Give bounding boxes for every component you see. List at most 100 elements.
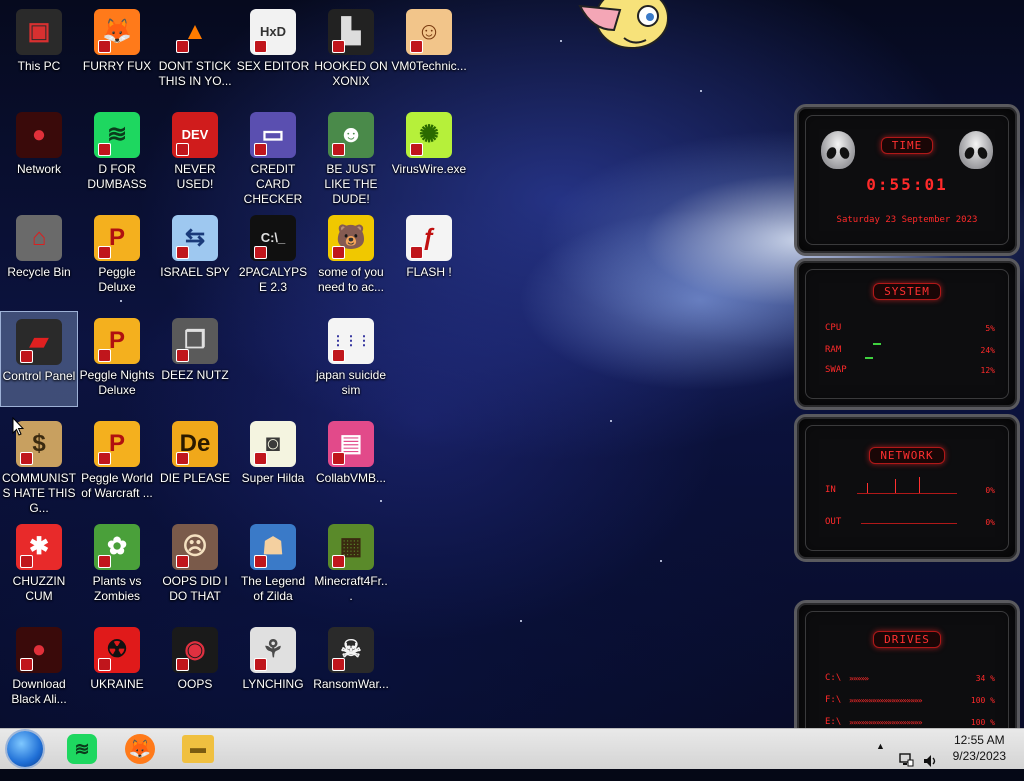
widget-clock: 0:55:01 <box>866 175 948 194</box>
start-button[interactable] <box>7 731 43 767</box>
desktop-icon[interactable]: ≋ D FOR DUMBASS <box>78 105 156 201</box>
desktop-icon-label: Minecraft4Fr... <box>314 574 388 603</box>
network-in-spike <box>895 479 896 493</box>
desktop-icon[interactable]: ▣ This PC <box>0 2 78 98</box>
volume-tray-icon[interactable] <box>922 741 938 781</box>
desktop-icon[interactable]: ◉ OOPS <box>156 620 234 716</box>
taskbar-pinned-spotify[interactable]: ≋ <box>60 731 104 767</box>
alien-head-icon <box>821 131 855 169</box>
shortcut-badge-icon <box>332 143 345 156</box>
desktop-icon-image: DEV <box>172 112 218 158</box>
shortcut-badge-icon <box>254 555 267 568</box>
desktop-icon[interactable]: ⇆ ISRAEL SPY <box>156 208 234 304</box>
desktop-icon[interactable]: ▦ Minecraft4Fr... <box>312 517 390 613</box>
desktop-icon-label: OOPS <box>177 677 213 691</box>
shortcut-badge-icon <box>98 658 111 671</box>
desktop-icon-label: VirusWire.exe <box>391 162 467 176</box>
desktop-icon[interactable]: ⋮⋮⋮ japan suicide sim <box>312 311 390 407</box>
desktop-icon[interactable]: ▤ CollabVMB... <box>312 414 390 510</box>
desktop-icon-label: 2PACALYPSE 2.3 <box>238 265 308 294</box>
desktop-icon[interactable]: ☢ UKRAINE <box>78 620 156 716</box>
desktop-icon[interactable]: ✺ VirusWire.exe <box>390 105 468 201</box>
desktop-icon-image: ⚘ <box>250 627 296 673</box>
desktop-icon-label: Download Black Ali... <box>11 677 67 706</box>
shortcut-badge-icon <box>98 246 111 259</box>
desktop-icon-label: The Legend of Zilda <box>240 574 306 603</box>
desktop-icon[interactable]: ✿ Plants vs Zombies <box>78 517 156 613</box>
desktop-icon-label: Super Hilda <box>241 471 305 485</box>
desktop-icon-image: ✺ <box>406 112 452 158</box>
shortcut-badge-icon <box>254 658 267 671</box>
ram-value: 24% <box>980 346 995 355</box>
shortcut-badge-icon <box>332 349 345 362</box>
desktop-icon[interactable]: 🐻 some of you need to ac... <box>312 208 390 304</box>
desktop-icon[interactable]: P Peggle Nights Deluxe <box>78 311 156 407</box>
desktop-icon-label: BE JUST LIKE THE DUDE! <box>324 162 378 206</box>
desktop-icon-label: UKRAINE <box>90 677 144 691</box>
desktop-icon[interactable]: ▲ DONT STICK THIS IN YO... <box>156 2 234 98</box>
desktop-icon[interactable]: ⚘ LYNCHING <box>234 620 312 716</box>
desktop-icon[interactable]: ƒ FLASH ! <box>390 208 468 304</box>
taskbar-clock[interactable]: 12:55 AM 9/23/2023 <box>953 732 1006 764</box>
desktop-icon-image: ◙ <box>250 421 296 467</box>
shortcut-badge-icon <box>176 555 189 568</box>
desktop-icon[interactable]: ● Network <box>0 105 78 201</box>
drives-widget-title: DRIVES <box>797 631 1017 648</box>
taskbar-pinned-firefox[interactable]: 🦊 <box>118 731 162 767</box>
star <box>560 40 562 42</box>
desktop-icon-label: Peggle Nights Deluxe <box>79 368 155 397</box>
desktop-icon-label: DIE PLEASE <box>159 471 231 485</box>
clock-time: 12:55 AM <box>953 733 1005 747</box>
network-tray-icon[interactable] <box>898 740 914 780</box>
desktop-icon[interactable]: ▭ CREDIT CARD CHECKER <box>234 105 312 206</box>
desktop-icon-label: Control Panel <box>2 369 76 383</box>
drive-c-bar: »»»»» <box>849 674 869 683</box>
taskbar-pinned-file-explorer[interactable]: ▬ <box>176 731 220 767</box>
shortcut-badge-icon <box>176 658 189 671</box>
desktop-icon[interactable]: ☺ VM0Technic... <box>390 2 468 98</box>
system-widget: SYSTEM CPU 5% RAM 24% SWAP 12% <box>794 258 1020 410</box>
shortcut-badge-icon <box>410 40 423 53</box>
desktop-icon[interactable]: ☻ BE JUST LIKE THE DUDE! <box>312 105 390 206</box>
taskbar: ≋ 🦊 ▬ ▲ 12:55 AM 9/23/2023 <box>0 728 1024 769</box>
drive-e-label: E:\ <box>825 717 842 727</box>
desktop-icon[interactable]: C:\_ 2PACALYPSE 2.3 <box>234 208 312 304</box>
desktop-icon[interactable]: ☗ The Legend of Zilda <box>234 517 312 613</box>
desktop-icon-image: ● <box>16 112 62 158</box>
desktop-icon[interactable]: ❒ DEEZ NUTZ <box>156 311 234 407</box>
desktop-icon-label: CREDIT CARD CHECKER <box>243 162 303 206</box>
app-glyph-icon: ⌂ <box>31 224 47 251</box>
desktop-icon[interactable]: ▰ Control Panel <box>0 311 78 407</box>
shortcut-badge-icon <box>254 452 267 465</box>
system-title-text: SYSTEM <box>873 283 941 300</box>
system-widget-title: SYSTEM <box>797 283 1017 300</box>
desktop-icon[interactable]: ◙ Super Hilda <box>234 414 312 510</box>
desktop-icon[interactable]: DEV NEVER USED! <box>156 105 234 201</box>
widget-date: Saturday 23 September 2023 <box>836 215 978 225</box>
drive-f-value: 100 % <box>970 696 995 705</box>
cpu-label: CPU <box>825 323 842 333</box>
tray-overflow-chevron-icon[interactable]: ▲ <box>876 741 885 781</box>
desktop-icon-label: LYNCHING <box>242 677 304 691</box>
desktop-icon[interactable]: 🦊 FURRY FUX <box>78 2 156 98</box>
desktop-icon[interactable]: De DIE PLEASE <box>156 414 234 510</box>
desktop-icon[interactable]: P Peggle Deluxe <box>78 208 156 304</box>
desktop-icon[interactable]: ☹ OOPS DID I DO THAT <box>156 517 234 613</box>
desktop-icon[interactable]: ✱ CHUZZIN CUM <box>0 517 78 613</box>
desktop-icon-image: P <box>94 215 140 261</box>
desktop-icon[interactable]: ⌂ Recycle Bin <box>0 208 78 304</box>
shortcut-badge-icon <box>410 246 423 259</box>
shortcut-badge-icon <box>98 452 111 465</box>
network-out-graph <box>861 523 957 524</box>
alien-head-icon <box>959 131 993 169</box>
desktop-icon[interactable]: HxD SEX EDITOR <box>234 2 312 98</box>
desktop-icon[interactable]: ● Download Black Ali... <box>0 620 78 716</box>
shortcut-badge-icon <box>98 349 111 362</box>
desktop-icon[interactable]: P Peggle World of Warcraft ... <box>78 414 156 510</box>
desktop-icon-label: japan suicide sim <box>315 368 387 397</box>
shortcut-badge-icon <box>332 452 345 465</box>
desktop-icon[interactable]: ▙ HOOKED ON XONIX <box>312 2 390 98</box>
desktop-icon-image: ✿ <box>94 524 140 570</box>
desktop-icon[interactable]: ☠ RansomWar... <box>312 620 390 716</box>
app-glyph-icon: ● <box>31 121 47 148</box>
